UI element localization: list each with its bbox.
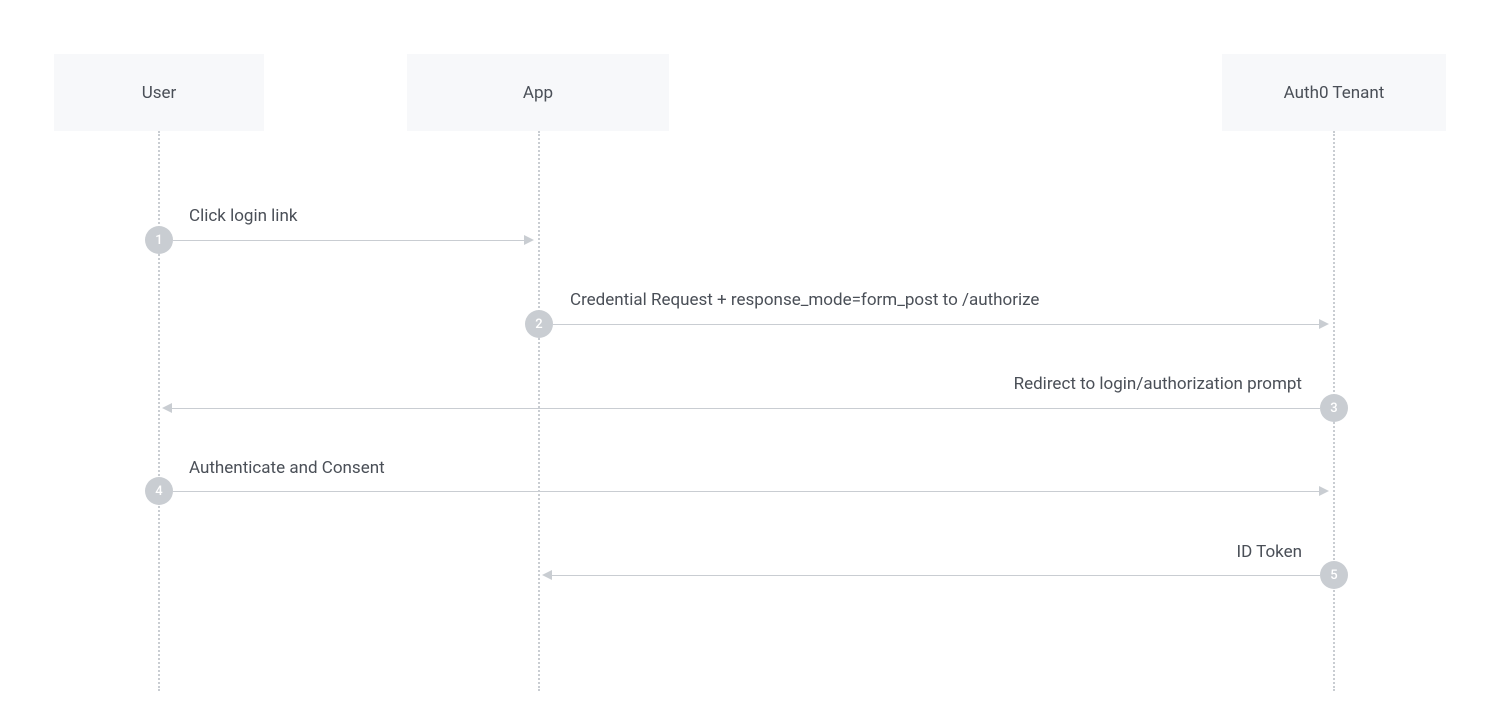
step-label-3: Redirect to login/authorization prompt [1014, 374, 1302, 394]
participant-app: App [407, 54, 669, 131]
arrow-head-1 [524, 235, 534, 245]
step-circle-4: 4 [145, 477, 173, 505]
arrow-4 [173, 491, 1323, 492]
step-number: 5 [1330, 568, 1337, 583]
step-label-1: Click login link [189, 206, 297, 226]
step-label-5: ID Token [1236, 542, 1302, 562]
arrow-2 [553, 324, 1323, 325]
step-number: 2 [535, 317, 542, 332]
arrow-head-2 [1319, 319, 1329, 329]
step-circle-5: 5 [1320, 561, 1348, 589]
participant-auth0: Auth0 Tenant [1222, 54, 1446, 131]
step-label-2: Credential Request + response_mode=form_… [570, 290, 1039, 310]
step-label-4: Authenticate and Consent [189, 458, 385, 478]
participant-label: App [523, 83, 553, 103]
step-number: 4 [155, 484, 162, 499]
arrow-3 [172, 408, 1320, 409]
step-number: 1 [155, 233, 162, 248]
lifeline-user [158, 131, 160, 691]
participant-label: Auth0 Tenant [1284, 83, 1385, 103]
participant-user: User [54, 54, 264, 131]
participant-label: User [142, 83, 177, 103]
arrow-1 [173, 240, 528, 241]
arrow-5 [552, 575, 1320, 576]
step-circle-2: 2 [525, 310, 553, 338]
step-circle-1: 1 [145, 226, 173, 254]
arrow-head-5 [542, 570, 552, 580]
step-number: 3 [1330, 401, 1337, 416]
lifeline-app [538, 131, 540, 691]
step-circle-3: 3 [1320, 394, 1348, 422]
arrow-head-4 [1319, 486, 1329, 496]
arrow-head-3 [162, 403, 172, 413]
